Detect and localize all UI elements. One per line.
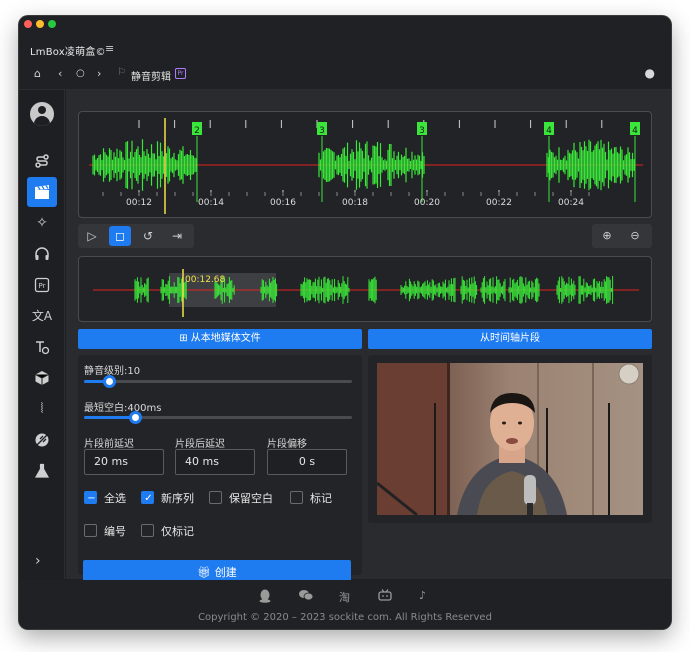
home-icon[interactable]: ⌂ [34, 67, 41, 80]
headphones-icon[interactable] [27, 239, 57, 269]
path-icon[interactable] [27, 146, 57, 176]
mark-only-label: 仅标记 [161, 525, 194, 538]
svg-text:Pr: Pr [39, 282, 46, 290]
copyright: Copyright © 2020 – 2023 sockite com. All… [198, 612, 492, 623]
video-preview-panel [368, 355, 652, 523]
number-label: 编号 [104, 525, 126, 538]
close-window-button[interactable] [24, 20, 32, 28]
text-convert-icon[interactable] [27, 332, 57, 362]
mark-only-checkbox[interactable] [141, 524, 154, 537]
forward-icon[interactable]: › [97, 67, 101, 80]
timeline-waveform-canvas[interactable]: 2 3 3 4 4 00:12 00:14 00:16 00:18 00:20 00:22 00:24 [79, 112, 652, 218]
leaf-icon[interactable] [27, 425, 57, 455]
post-delay-label: 片段后延迟 [175, 439, 225, 450]
marker-label: 4 [632, 126, 638, 136]
stop-button[interactable]: ◻ [109, 226, 131, 246]
bookmark-icon[interactable]: ⚐ [117, 67, 126, 78]
nav-bar: ⌂ ‹ ○ › ⚐ 静音剪辑 Pr ● [19, 58, 671, 90]
timeline-waveform[interactable]: 2 3 3 4 4 00:12 00:14 00:16 00:18 00:20 00:22 00:24 [78, 111, 652, 218]
qq-icon[interactable] [259, 589, 271, 606]
cube-icon[interactable] [27, 363, 57, 393]
silence-level-slider[interactable] [84, 375, 352, 388]
tiktok-icon[interactable]: ♪ [419, 589, 426, 602]
keep-blank-label: 保留空白 [229, 492, 273, 505]
number-checkbox[interactable] [84, 524, 97, 537]
new-sequence-checkbox[interactable]: ✓ [141, 491, 154, 504]
min-gap-label: 最短空白:400ms [84, 403, 162, 414]
taobao-icon[interactable]: 淘 [339, 589, 350, 605]
avatar[interactable] [30, 102, 54, 126]
mark-checkbox[interactable] [290, 491, 303, 504]
play-icon[interactable]: ▷ [81, 226, 103, 246]
zoom-controls: ⊕ ⊖ [592, 224, 652, 248]
time-label: 00:22 [486, 198, 512, 208]
overview-waveform[interactable]: 00:12.68 [78, 256, 652, 322]
offset-input[interactable]: 0 s [267, 449, 347, 475]
mark-label: 标记 [310, 492, 332, 505]
wechat-icon[interactable] [299, 589, 314, 604]
history-icon[interactable]: ↺ [137, 226, 159, 246]
new-sequence-label: 新序列 [161, 492, 194, 505]
add-file-icon: ⊞ [179, 333, 191, 344]
min-gap-thumb[interactable] [129, 411, 142, 424]
translate-icon[interactable]: 文A [27, 301, 57, 331]
post-delay-input[interactable]: 40 ms [175, 449, 255, 475]
bilibili-icon[interactable] [378, 589, 392, 604]
pr-badge: Pr [175, 68, 186, 79]
local-media-button[interactable]: ⊞ 从本地媒体文件 [78, 329, 362, 349]
select-all-checkbox[interactable]: − [84, 491, 97, 504]
refresh-icon[interactable]: ○ [76, 68, 85, 79]
zoom-in-icon[interactable]: ⊕ [596, 226, 618, 246]
minimize-window-button[interactable] [36, 20, 44, 28]
playback-controls: ▷ ◻ ↺ ⇥ [78, 224, 194, 248]
keep-blank-checkbox[interactable] [209, 491, 222, 504]
back-icon[interactable]: ‹ [58, 67, 62, 80]
pre-delay-input[interactable]: 20 ms [84, 449, 164, 475]
title-bar: LmBox凌萌盒© ≡ [19, 16, 671, 58]
maximize-window-button[interactable] [48, 20, 56, 28]
pr-icon[interactable]: Pr [27, 270, 57, 300]
hamburger-icon[interactable]: ≡ [105, 42, 114, 55]
wave-tool-icon[interactable]: ⦚ [27, 394, 57, 424]
time-label: 00:24 [558, 198, 584, 208]
from-timeline-button[interactable]: 从时间轴片段 [368, 329, 652, 349]
sidebar-item-clapperboard[interactable] [27, 177, 57, 207]
select-all-label: 全选 [104, 492, 126, 505]
overview-time-label: 00:12.68 [185, 275, 226, 285]
gift-icon: 🎁︎ [197, 566, 215, 579]
waveform [92, 139, 635, 191]
clapperboard-icon [35, 185, 49, 199]
zoom-out-icon[interactable]: ⊖ [624, 226, 646, 246]
video-preview-image[interactable] [377, 363, 643, 515]
sparkle-icon[interactable]: ✧ [27, 208, 57, 238]
overview-waveform-canvas[interactable]: 00:12.68 [79, 257, 652, 322]
app-title: LmBox凌萌盒© [30, 47, 106, 58]
time-label: 00:20 [414, 198, 440, 208]
pre-delay-label: 片段前延迟 [84, 439, 134, 450]
flask-icon[interactable] [27, 456, 57, 486]
marker-label: 2 [194, 126, 200, 136]
chevron-right-icon[interactable]: › [35, 553, 41, 569]
skip-end-icon[interactable]: ⇥ [166, 226, 188, 246]
time-label: 00:16 [270, 198, 296, 208]
marker-label: 3 [319, 126, 325, 136]
silence-level-thumb[interactable] [103, 375, 116, 388]
time-label: 00:14 [198, 198, 224, 208]
footer: 淘 ♪ Copyright © 2020 – 2023 sockite com.… [19, 580, 671, 629]
marker-label: 4 [546, 126, 552, 136]
marker-label: 3 [419, 126, 425, 136]
offset-label: 片段偏移 [267, 439, 307, 450]
settings-panel: 静音级别:10 最短空白:400ms 片段前延迟 片段后延迟 片段偏移 20 m… [78, 355, 362, 575]
main-content: 2 3 3 4 4 00:12 00:14 00:16 00:18 00:20 00:22 00:24… [66, 90, 671, 586]
time-label: 00:12 [126, 198, 152, 208]
lightbulb-icon[interactable]: ● [645, 66, 655, 80]
time-label: 00:18 [342, 198, 368, 208]
app-window: LmBox凌萌盒© ≡ ⌂ ‹ ○ › ⚐ 静音剪辑 Pr ● ✧ Pr 文A [19, 16, 671, 629]
sidebar: ✧ Pr 文A ⦚ › [19, 90, 65, 579]
page-title: 静音剪辑 [131, 72, 171, 83]
min-gap-slider[interactable] [84, 411, 352, 424]
